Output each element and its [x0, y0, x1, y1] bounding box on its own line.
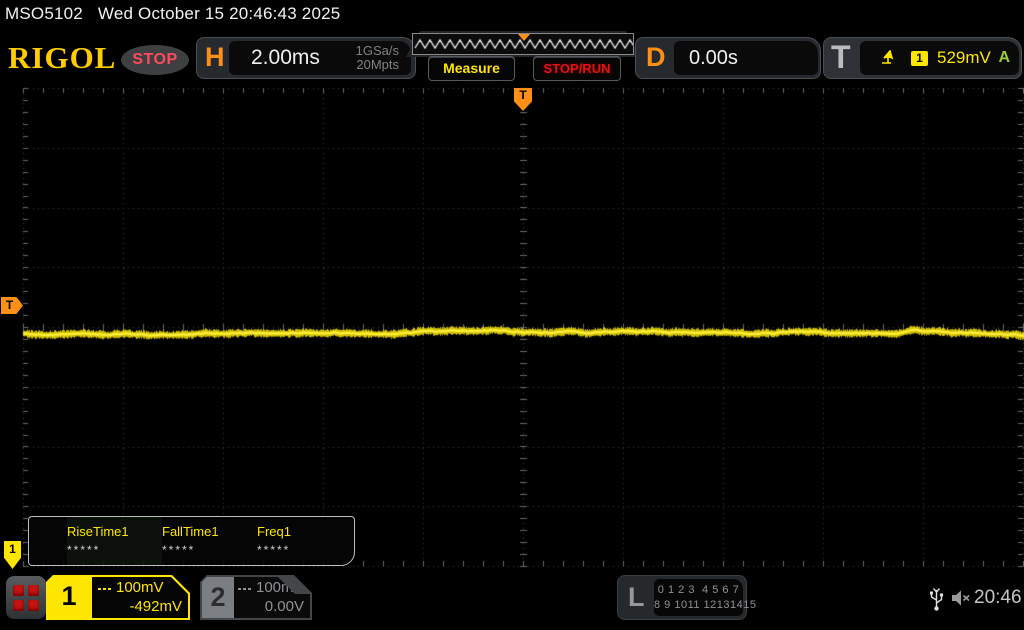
dc-coupling-icon — [238, 586, 252, 590]
oscilloscope-screen: MSO5102 Wed October 15 20:46:43 2025 RIG… — [0, 0, 1024, 630]
channel1-number: 1 — [61, 581, 77, 611]
delay-readout: 0.00s — [674, 41, 818, 75]
sample-rate-readout: 1GSa/s 20Mpts — [356, 44, 399, 72]
horizontal-readout: 2.00ms 1GSa/s 20Mpts — [229, 41, 411, 75]
measure-button[interactable]: Measure — [428, 56, 515, 81]
horizontal-panel[interactable]: H 2.00ms 1GSa/s 20Mpts — [196, 37, 416, 79]
delay-value: 0.00s — [689, 46, 738, 69]
measurement-label: FallTime1 — [162, 524, 219, 539]
delay-panel[interactable]: D 0.00s — [635, 37, 821, 79]
measurement-value: ***** — [67, 543, 101, 557]
channel2-number: 2 — [202, 577, 234, 618]
channel2-offset: 0.00V — [264, 598, 304, 615]
speaker-muted-icon[interactable] — [950, 589, 972, 607]
datetime-text: Wed October 15 20:46:43 2025 — [97, 4, 341, 23]
channel1-readout: 100mV -492mV — [92, 577, 188, 618]
logic-row2: 8 9 1011 12131415 — [654, 599, 757, 611]
trigger-mode: A — [998, 49, 1010, 66]
titlebar: MSO5102 Wed October 15 20:46:43 2025 — [0, 0, 1024, 30]
channel1-scale: 100mV — [116, 579, 164, 596]
measurement-label: RiseTime1 — [67, 524, 129, 539]
logic-analyzer-panel[interactable]: L 0 1 2 3 4 5 6 7 8 9 1011 12131415 — [617, 575, 756, 620]
logic-analyzer-label: L — [628, 582, 645, 612]
measurement-label: Freq1 — [257, 524, 291, 539]
rigol-logo: RIGOL — [8, 40, 117, 75]
grid-square-icon — [13, 584, 24, 596]
channel2-readout: 100mV 0.00V — [234, 577, 310, 618]
measurement-risetime[interactable]: RiseTime1 ***** — [67, 517, 162, 565]
trigger-readout: 1 529mV A — [860, 41, 1019, 75]
channel2-panel[interactable]: 2 100mV 0.00V — [200, 575, 312, 620]
measurement-freq[interactable]: Freq1 ***** — [257, 517, 352, 565]
measurement-value: ***** — [162, 543, 196, 557]
channel1-offset: -492mV — [129, 598, 182, 615]
trigger-label: T — [831, 39, 851, 75]
timebase-value: 2.00ms — [251, 46, 320, 69]
measurement-panel[interactable]: RiseTime1 ***** FallTime1 ***** Freq1 **… — [28, 516, 355, 566]
grid-square-icon — [28, 599, 39, 611]
horizontal-label: H — [205, 42, 225, 72]
usb-icon — [930, 588, 944, 611]
channel2-scale: 100mV — [256, 579, 304, 596]
trigger-source-badge: 1 — [911, 50, 928, 66]
trigger-level-value: 529mV — [937, 48, 991, 67]
trigger-slope-icon — [882, 50, 894, 64]
clock-text: 20:46 — [974, 587, 1022, 608]
run-state-badge[interactable]: STOP — [121, 45, 189, 75]
delay-label: D — [646, 42, 666, 72]
stop-run-button[interactable]: STOP/RUN — [533, 56, 621, 81]
dc-coupling-icon — [98, 586, 112, 590]
grid-square-icon — [28, 584, 39, 596]
logic-row1: 0 1 2 3 4 5 6 7 — [657, 584, 740, 596]
channel1-panel[interactable]: 1 100mV -492mV — [46, 575, 190, 620]
measurement-falltime[interactable]: FallTime1 ***** — [162, 517, 257, 565]
trigger-panel[interactable]: T 1 529mV A — [823, 37, 1022, 79]
menu-grid-button[interactable] — [6, 576, 46, 619]
model-name: MSO5102 — [5, 4, 83, 23]
memory-depth: 20Mpts — [356, 57, 399, 72]
logic-channel-list: 0 1 2 3 4 5 6 7 8 9 1011 12131415 — [654, 579, 756, 616]
sample-rate: 1GSa/s — [355, 43, 399, 58]
measurement-value: ***** — [257, 543, 291, 557]
grid-square-icon — [13, 599, 24, 611]
